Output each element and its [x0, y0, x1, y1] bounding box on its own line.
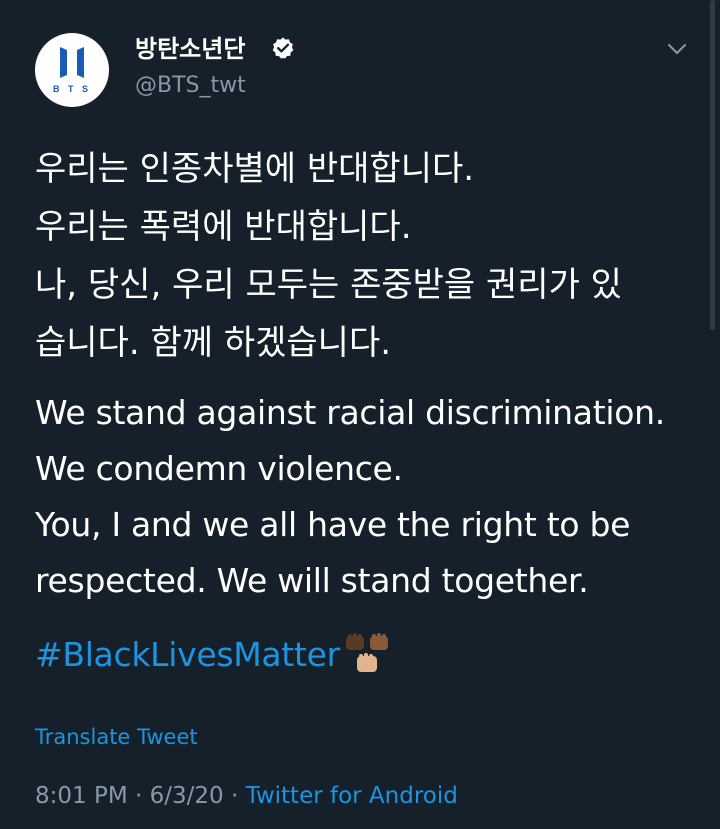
avatar[interactable]: B T S: [35, 33, 109, 107]
korean-line: 습니다. 함께 하겠습니다.: [35, 323, 392, 363]
tweet-time[interactable]: 8:01 PM: [35, 783, 128, 809]
korean-line: 나, 당신, 우리 모두는 존중받을 권리가 있: [35, 265, 622, 305]
tweet-source-link[interactable]: Twitter for Android: [246, 783, 458, 809]
bts-logo-icon: [60, 47, 84, 78]
scrollbar[interactable]: [710, 0, 715, 330]
korean-line: 우리는 인종차별에 반대합니다.: [35, 149, 475, 189]
korean-line: 우리는 폭력에 반대합니다.: [35, 207, 412, 247]
english-line: We condemn violence.: [35, 449, 403, 488]
verified-badge-icon: [272, 37, 294, 59]
tweet-metadata: 8:01 PM · 6/3/20 · Twitter for Android: [35, 781, 458, 811]
hashtag-line: #BlackLivesMatter: [35, 627, 396, 683]
english-line: respected. We will stand together.: [35, 561, 589, 600]
user-handle[interactable]: @BTS_twt: [135, 73, 246, 99]
tweet-date[interactable]: 6/3/20: [150, 783, 224, 809]
translate-tweet-link[interactable]: Translate Tweet: [35, 723, 198, 751]
raised-fists-icon: [345, 633, 388, 672]
display-name[interactable]: 방탄소년단: [135, 35, 245, 63]
chevron-down-icon[interactable]: [664, 40, 690, 58]
english-line: We stand against racial discrimination.: [35, 393, 665, 432]
tweet-text-english: We stand against racial discrimination. …: [35, 385, 695, 609]
separator-dot: ·: [135, 783, 143, 809]
hashtag-link[interactable]: #BlackLivesMatter: [35, 635, 340, 674]
avatar-label: B T S: [52, 84, 91, 94]
tweet-card: B T S 방탄소년단 @BTS_twt 우리는 인종차별에 반대합니다. 우리…: [0, 0, 720, 829]
separator-dot: ·: [230, 783, 239, 809]
tweet-text-korean: 우리는 인종차별에 반대합니다. 우리는 폭력에 반대합니다. 나, 당신, 우…: [35, 140, 685, 372]
english-line: You, I and we all have the right to be: [35, 505, 631, 544]
